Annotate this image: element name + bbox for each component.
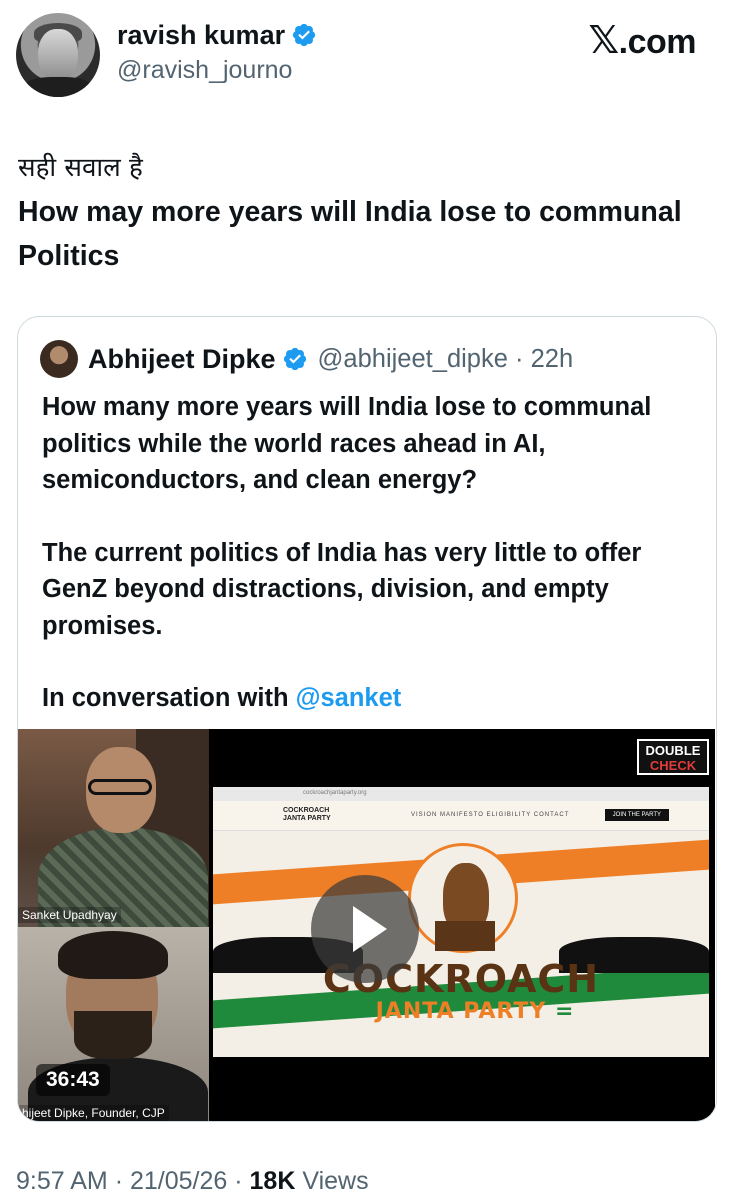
site-brand: COCKROACH JANTA PARTY bbox=[283, 807, 331, 823]
avatar-face bbox=[38, 29, 78, 81]
quoted-separator: · bbox=[515, 344, 524, 373]
x-brand-logo: 𝕏.com bbox=[588, 18, 697, 62]
cam2-person-beard bbox=[74, 1011, 152, 1059]
quoted-paragraph-2: The current politics of India has very l… bbox=[42, 538, 642, 640]
cam2-person-hair bbox=[58, 931, 168, 979]
video-cam-top: Sanket Upadhyay bbox=[18, 729, 209, 927]
avatar-shirt bbox=[22, 77, 94, 97]
video-duration-badge: 36:43 bbox=[36, 1064, 110, 1096]
site-navbar: COCKROACH JANTA PARTY VISION MANIFESTO E… bbox=[213, 801, 709, 831]
podium-icon bbox=[435, 921, 495, 951]
play-button-icon[interactable] bbox=[311, 875, 419, 983]
author-avatar[interactable] bbox=[16, 13, 100, 97]
quoted-paragraph-1: How many more years will India lose to c… bbox=[42, 393, 652, 494]
site-nav-links: VISION MANIFESTO ELIGIBILITY CONTACT bbox=[411, 812, 570, 818]
site-brand-line-2: JANTA PARTY bbox=[283, 815, 331, 822]
browser-url-bar: cockroachjantaparty.org bbox=[213, 787, 709, 801]
x-logo-icon: 𝕏 bbox=[588, 18, 620, 62]
tweet-meta: 9:57 AM · 21/05/26 · 18K Views bbox=[16, 1167, 369, 1196]
meta-sep-2: · bbox=[234, 1167, 243, 1195]
banner-subtitle-text: JANTA PARTY bbox=[375, 999, 547, 1024]
mention-link[interactable]: @sanket bbox=[296, 684, 402, 712]
tweet-text: सही सवाल है How may more years will Indi… bbox=[18, 146, 718, 278]
video-screen-share: DOUBLE CHECK cockroachjantaparty.org COC… bbox=[209, 729, 715, 1121]
views-count[interactable]: 18K bbox=[250, 1167, 296, 1195]
glasses-icon bbox=[88, 779, 152, 795]
cam2-label: hijeet Dipke, Founder, CJP bbox=[18, 1105, 169, 1121]
site-join-button: JOIN THE PARTY bbox=[604, 809, 669, 821]
verified-badge-icon bbox=[292, 23, 316, 47]
tweet-line-hindi: सही सवाल है bbox=[18, 153, 143, 183]
tweet-header: ravish kumar @ravish_journo 𝕏.com bbox=[0, 0, 734, 110]
tweet-time[interactable]: 9:57 AM bbox=[16, 1167, 108, 1195]
x-brand-suffix: .com bbox=[618, 23, 697, 61]
author-handle[interactable]: @ravish_journo bbox=[117, 56, 292, 85]
site-brand-line-1: COCKROACH bbox=[283, 807, 330, 814]
tweet-date[interactable]: 21/05/26 bbox=[130, 1167, 227, 1195]
banner-title: COCKROACH bbox=[322, 957, 600, 1001]
quoted-verified-badge-icon bbox=[283, 347, 306, 371]
quoted-handle-text[interactable]: @abhijeet_dipke bbox=[318, 345, 508, 373]
quoted-tweet-body: How many more years will India lose to c… bbox=[42, 389, 702, 753]
banner-subtitle: = JANTA PARTY = bbox=[347, 999, 575, 1024]
cam1-label: Sanket Upadhyay bbox=[18, 907, 121, 923]
quoted-paragraph-3: In conversation with @sanket bbox=[42, 680, 702, 717]
double-check-logo: DOUBLE CHECK bbox=[637, 739, 709, 775]
meta-sep-1: · bbox=[114, 1167, 124, 1195]
logo-line-2: CHECK bbox=[649, 758, 697, 773]
video-player[interactable]: Sanket Upadhyay hijeet Dipke, Founder, C… bbox=[18, 729, 715, 1121]
quoted-author-handle[interactable]: @abhijeet_dipke · 22h bbox=[318, 345, 574, 374]
quoted-timestamp[interactable]: 22h bbox=[531, 345, 574, 373]
quoted-author-avatar[interactable] bbox=[40, 340, 78, 378]
browser-window: cockroachjantaparty.org COCKROACH JANTA … bbox=[213, 787, 709, 1057]
quoted-paragraph-3-text: In conversation with bbox=[42, 684, 296, 712]
views-label: Views bbox=[302, 1167, 369, 1195]
quoted-tweet-card[interactable]: Abhijeet Dipke @abhijeet_dipke · 22h How… bbox=[17, 316, 717, 1122]
tweet-line-english: How may more years will India lose to co… bbox=[18, 196, 682, 272]
logo-line-1: DOUBLE bbox=[645, 743, 701, 758]
quoted-author-name[interactable]: Abhijeet Dipke bbox=[88, 344, 276, 375]
author-name[interactable]: ravish kumar bbox=[117, 20, 285, 50]
author-name-row[interactable]: ravish kumar bbox=[117, 20, 317, 51]
quoted-tweet-header: Abhijeet Dipke @abhijeet_dipke · 22h bbox=[40, 339, 573, 379]
